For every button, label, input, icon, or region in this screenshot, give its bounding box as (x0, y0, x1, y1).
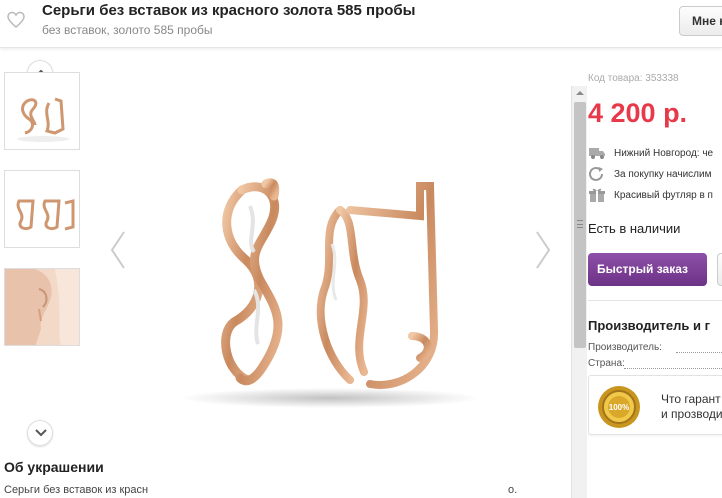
heart-icon[interactable] (6, 10, 26, 30)
model-ear-image (5, 269, 79, 345)
manufacturer-heading: Производитель и г (588, 318, 710, 333)
scroll-grip-icon (577, 220, 583, 228)
earrings-thumbnail-image (16, 199, 75, 231)
seal-text: 100% (609, 403, 629, 412)
product-title: Серьги без вставок из красного золота 58… (42, 2, 416, 19)
thumbnail-front[interactable] (4, 72, 80, 150)
stock-status: Есть в наличии (588, 221, 681, 236)
gift-icon (589, 188, 605, 202)
guarantee-line-1: Что гарант (661, 392, 721, 406)
product-sku: Код товара: 353338 (588, 73, 679, 84)
scrollbar[interactable] (571, 86, 587, 498)
country-label: Страна: (588, 358, 625, 369)
manufacturer-dots (676, 352, 722, 353)
like-button[interactable]: Мне н (679, 6, 722, 36)
scroll-up-arrow-icon[interactable] (572, 86, 588, 100)
refresh-icon (589, 166, 603, 181)
next-image-arrow[interactable] (533, 230, 553, 270)
country-dots (624, 368, 722, 369)
about-description-end: о. (508, 484, 518, 496)
bonus-text: За покупку начислим (614, 169, 712, 180)
scrollbar-thumb[interactable] (574, 102, 586, 348)
gift-text: Красивый футляр в п (614, 190, 713, 201)
delivery-text: Нижний Новгород: че (614, 148, 714, 159)
truck-icon (589, 148, 605, 159)
guarantee-seal-icon: 100% (598, 386, 640, 428)
chevron-down-icon (35, 429, 47, 437)
guarantee-text: Что гарант и прозводи (661, 392, 722, 422)
thumbnail-model[interactable] (4, 268, 80, 346)
main-product-image (180, 178, 480, 408)
product-header: Серьги без вставок из красного золота 58… (0, 0, 722, 48)
quick-order-button[interactable]: Быстрый заказ (588, 253, 707, 286)
manufacturer-label: Производитель: (588, 342, 662, 353)
thumbnails-down-button[interactable] (27, 420, 53, 446)
earrings-thumbnail-image (17, 97, 69, 142)
divider (588, 300, 722, 301)
product-subtitle: без вставок, золото 585 пробы (42, 23, 213, 37)
guarantee-box[interactable]: 100% Что гарант и прозводи (588, 375, 722, 435)
thumbnail-angle[interactable] (4, 170, 80, 248)
about-description: Серьги без вставок из красн (4, 484, 149, 496)
add-to-cart-button[interactable] (717, 253, 722, 286)
guarantee-line-2: и прозводи (661, 407, 722, 421)
product-info-panel: Код товара: 353338 4 200 р. Нижний Новго… (588, 60, 722, 498)
previous-image-arrow[interactable] (108, 230, 128, 270)
product-price: 4 200 р. (588, 98, 688, 128)
about-heading: Об украшении (4, 459, 104, 475)
